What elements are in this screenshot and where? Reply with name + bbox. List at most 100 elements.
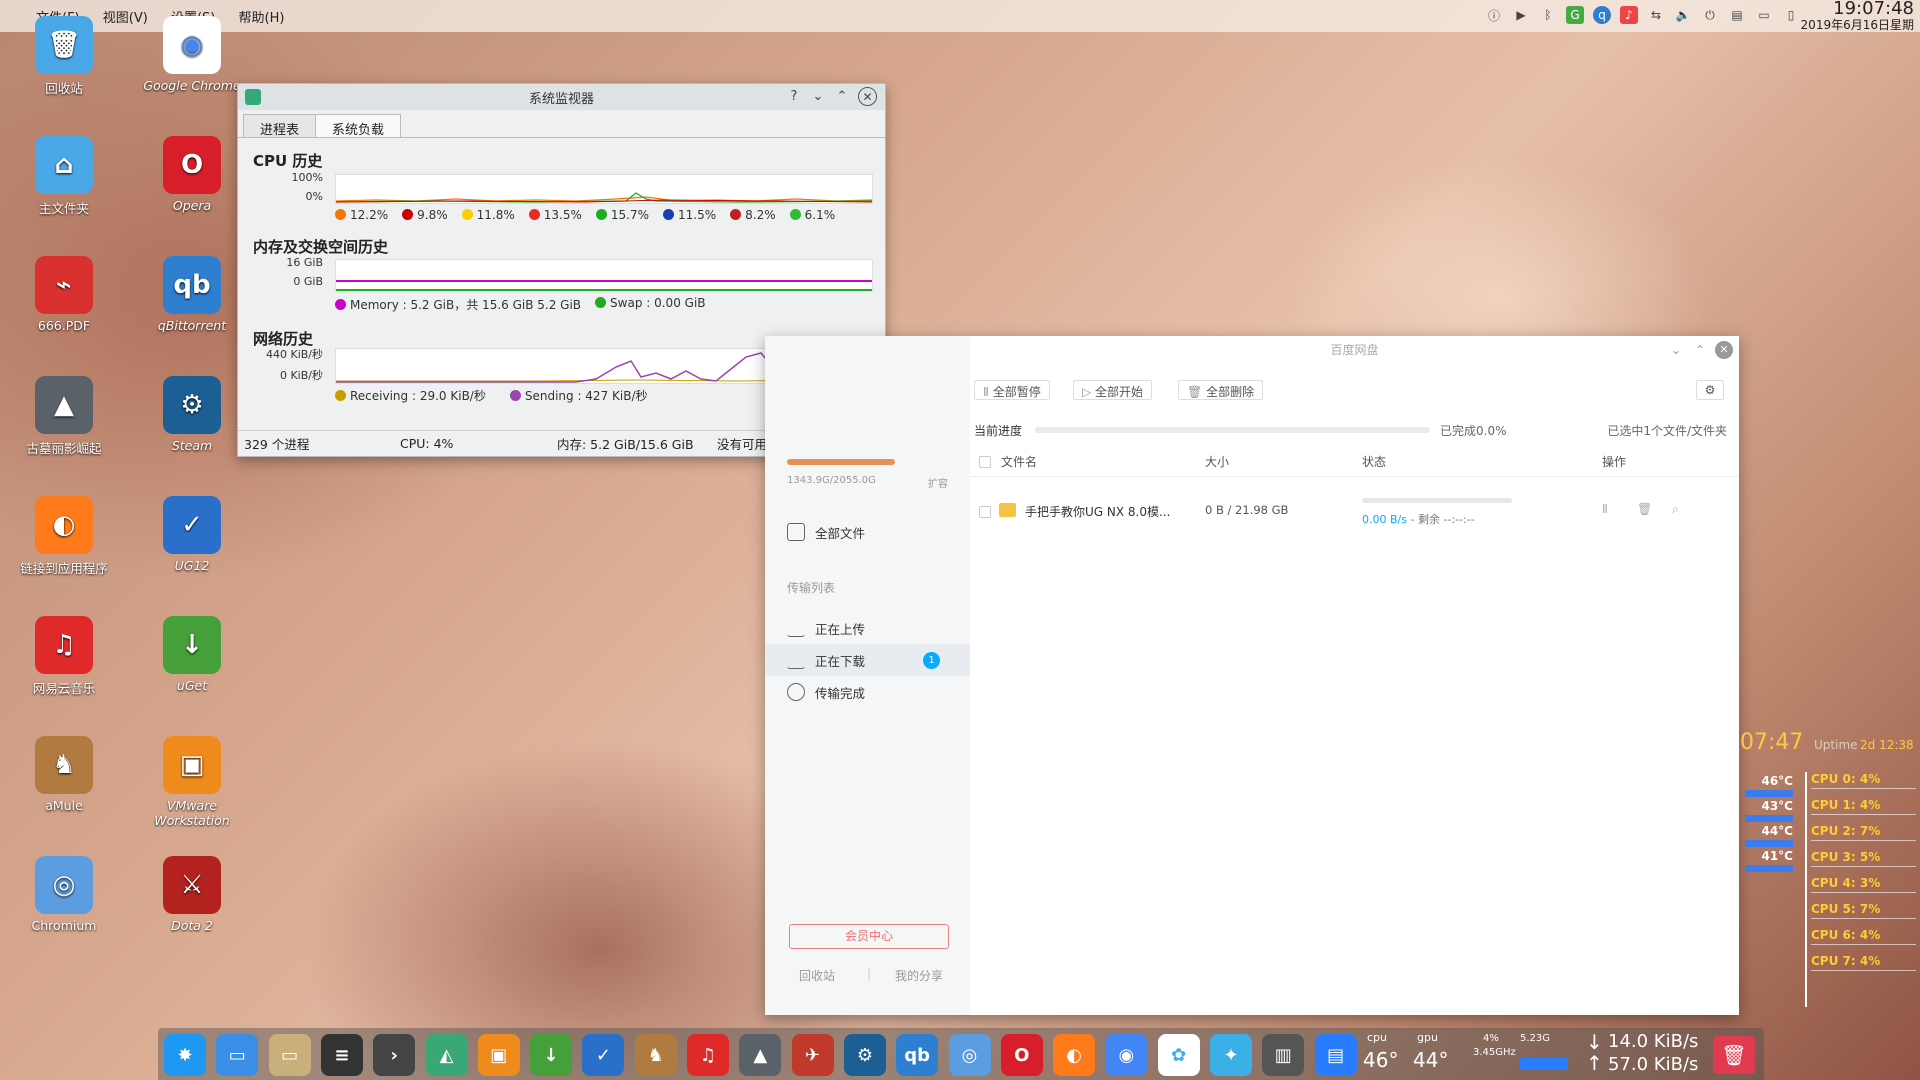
sidebar-item-all-files[interactable]: 全部文件 — [765, 516, 970, 548]
network-icon[interactable]: ⇆ — [1647, 6, 1665, 24]
qbittorrent-icon[interactable]: qb — [896, 1034, 939, 1076]
col-size[interactable]: 大小 — [1205, 453, 1229, 470]
sidebar-item-completed[interactable]: 传输完成 — [765, 676, 970, 708]
tab-processes[interactable]: 进程表 — [243, 114, 317, 138]
uget-icon[interactable]: ↓ — [530, 1034, 573, 1076]
maximize-icon[interactable]: ⌃ — [1695, 336, 1705, 364]
search-icon[interactable]: ⌕ — [1672, 502, 1679, 517]
desktop-icon-label: Google Chrome — [143, 78, 241, 93]
file-progress-bar — [1362, 498, 1512, 503]
bird-icon[interactable]: ✦ — [1210, 1034, 1252, 1076]
process-count: 329 个进程 — [244, 437, 310, 452]
uget-tray-icon[interactable]: G — [1566, 6, 1584, 24]
firefox-icon[interactable]: ◐ — [1053, 1034, 1096, 1076]
sidebar-item-uploading[interactable]: 正在上传 — [765, 612, 970, 644]
info-icon[interactable]: ⓘ — [1485, 6, 1503, 24]
baidu-icon[interactable]: ✿ — [1157, 1034, 1200, 1076]
system-monitor-icon — [245, 89, 261, 105]
desktop-icon[interactable]: ▲ 古墓丽影崛起 — [9, 376, 119, 457]
desktop-icon[interactable]: ▣ VMware Workstation — [137, 736, 247, 828]
delete-all-button[interactable]: 🗑 全部删除 — [1178, 380, 1264, 400]
pause-icon[interactable]: Ⅱ — [1602, 502, 1608, 516]
desktop-icon[interactable]: 🗑 回收站 — [9, 16, 119, 97]
netease-icon[interactable]: ♫ — [687, 1034, 729, 1076]
desktop-icon[interactable]: ◉ Google Chrome — [137, 16, 247, 93]
vip-center-button[interactable]: 会员中心 — [789, 924, 949, 949]
text-icon[interactable]: ▤ — [1314, 1034, 1357, 1076]
desktop-icon[interactable]: ⚙ Steam — [137, 376, 247, 453]
battery-icon[interactable]: ▯ — [1782, 6, 1800, 24]
cpu-core-usage: CPU 6: 4% — [1811, 928, 1881, 942]
clock[interactable]: 19:07:48 2019年6月16日星期 — [1801, 0, 1914, 31]
close-icon[interactable]: ✕ — [858, 87, 877, 106]
temp-bar — [1745, 815, 1793, 822]
start-all-button[interactable]: ▷ 全部开始 — [1073, 380, 1153, 400]
desktop-icon[interactable]: ⚔ Dota 2 — [137, 856, 247, 933]
terminal-icon[interactable]: › — [373, 1034, 416, 1076]
amule-icon[interactable]: ♞ — [634, 1034, 677, 1076]
window-titlebar[interactable]: 系统监视器 ? ⌄ ⌃ ✕ — [238, 84, 885, 110]
minimize-icon[interactable]: ⌄ — [1671, 336, 1681, 364]
desktop-icon[interactable]: ✓ UG12 — [137, 496, 247, 573]
vmware-icon[interactable]: ▣ — [477, 1034, 520, 1076]
netease-tray-icon[interactable]: ♪ — [1620, 6, 1638, 24]
sidebar-item-downloading[interactable]: 正在下载 1 — [765, 644, 970, 676]
desktop-icon[interactable]: qb qBittorrent — [137, 256, 247, 333]
trash-icon[interactable]: 🗑 — [1713, 1036, 1755, 1074]
settings-icon[interactable]: ⚙ — [1696, 380, 1724, 400]
opera-icon[interactable]: O — [1000, 1034, 1043, 1076]
delete-icon[interactable]: 🗑 — [1637, 502, 1652, 516]
chrome-icon[interactable]: ◉ — [1105, 1034, 1148, 1076]
expand-link[interactable]: 扩容 — [928, 475, 948, 490]
chromium-icon[interactable]: ◎ — [948, 1034, 991, 1076]
files-icon[interactable]: ▭ — [268, 1034, 311, 1076]
tombraider-icon[interactable]: ▲ — [739, 1034, 782, 1076]
cpu-core-value: 8.2% — [745, 208, 776, 222]
close-icon[interactable]: ✕ — [1715, 341, 1733, 359]
storage-bar — [787, 459, 895, 465]
minimize-icon[interactable]: ⌄ — [810, 89, 826, 104]
kde-icon[interactable]: ✸ — [164, 1034, 206, 1076]
monitor-icon[interactable]: ◭ — [425, 1034, 468, 1076]
col-filename[interactable]: 文件名 — [1001, 453, 1037, 470]
tab-system-load[interactable]: 系统负载 — [315, 114, 402, 138]
desktop-icon[interactable]: ⌂ 主文件夹 — [9, 136, 119, 217]
clipboard-icon[interactable]: ▤ — [1728, 6, 1746, 24]
desktop-icon[interactable]: ♫ 网易云音乐 — [9, 616, 119, 697]
recycle-link[interactable]: 回收站 — [799, 967, 835, 984]
desktop-icon[interactable]: ◐ 链接到应用程序 — [9, 496, 119, 577]
desktop-icon[interactable]: ◎ Chromium — [9, 856, 119, 933]
help-icon[interactable]: ? — [786, 89, 802, 104]
steam-icon[interactable]: ⚙ — [843, 1034, 886, 1076]
window-titlebar[interactable]: 百度网盘 ⌄ ⌃ ✕ — [970, 336, 1739, 364]
my-share-link[interactable]: 我的分享 — [895, 967, 943, 984]
storage-icon[interactable]: ▭ — [1755, 6, 1773, 24]
maximize-icon[interactable]: ⌃ — [834, 89, 850, 104]
cpu-core-value: 13.5% — [543, 208, 582, 222]
desktop-icon[interactable]: ↓ uGet — [137, 616, 247, 693]
settings-icon[interactable]: ≡ — [320, 1034, 363, 1076]
memory-usage: 5.23G — [1520, 1033, 1551, 1044]
archive-icon[interactable]: ▥ — [1262, 1034, 1305, 1076]
cpu-legend-item: 6.1% — [789, 208, 835, 222]
folder-icon[interactable]: ▭ — [216, 1034, 259, 1076]
row-checkbox[interactable] — [979, 506, 991, 518]
desktop-icon[interactable]: ♞ aMule — [9, 736, 119, 813]
qbittorrent-tray-icon[interactable]: q — [1593, 6, 1611, 24]
desktop-icon[interactable]: ⌁ 666.PDF — [9, 256, 119, 333]
upload-icon — [787, 619, 805, 637]
memory-graph — [335, 259, 873, 291]
volume-icon[interactable]: 🔈 — [1674, 6, 1692, 24]
temp-bar — [1745, 865, 1793, 872]
pause-all-button[interactable]: Ⅱ 全部暂停 — [974, 380, 1050, 400]
ug-icon[interactable]: ✓ — [582, 1034, 625, 1076]
core-temperature: 46°C — [1761, 774, 1793, 788]
racing-icon[interactable]: ✈ — [791, 1034, 834, 1076]
bluetooth-icon[interactable]: ᛒ — [1539, 6, 1557, 24]
col-status[interactable]: 状态 — [1362, 453, 1386, 470]
select-all-checkbox[interactable] — [979, 456, 991, 468]
upload-arrow-icon: ↑ — [1586, 1051, 1603, 1075]
play-icon[interactable]: ▶ — [1512, 6, 1530, 24]
desktop-icon[interactable]: O Opera — [137, 136, 247, 213]
power-icon[interactable]: ⏻ — [1701, 6, 1719, 24]
